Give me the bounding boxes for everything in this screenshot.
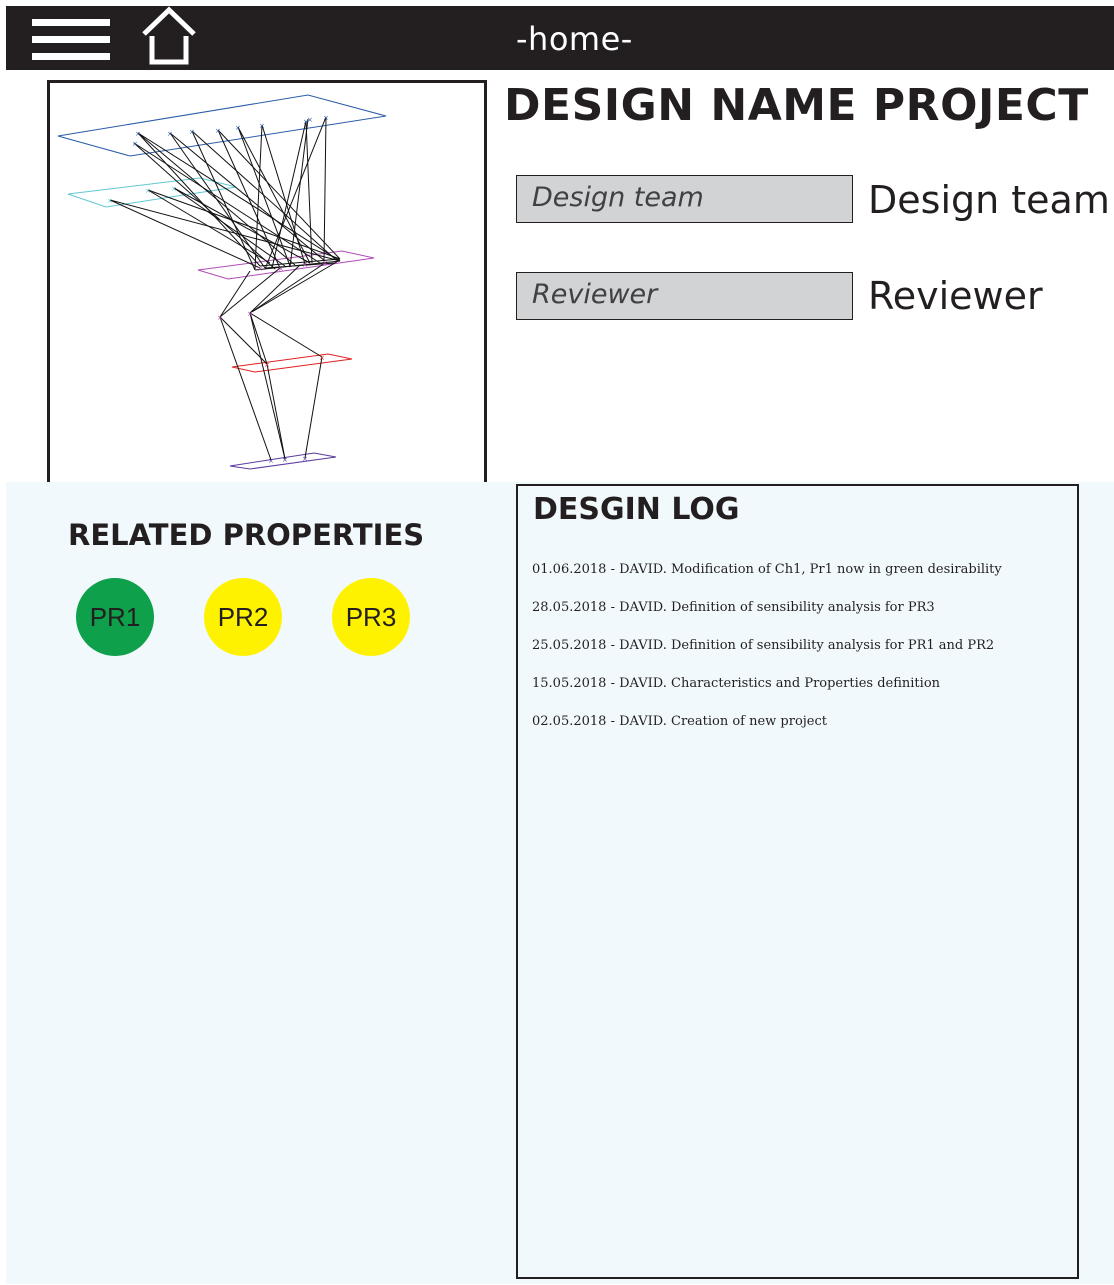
- svg-text:×: ×: [278, 265, 284, 273]
- svg-text:×: ×: [235, 124, 241, 132]
- design-team-label: Design team: [868, 178, 1110, 222]
- svg-text:×: ×: [135, 130, 141, 138]
- log-entry: 02.05.2018 - DAVID. Creation of new proj…: [532, 714, 828, 729]
- svg-text:×: ×: [282, 456, 288, 464]
- svg-text:×: ×: [307, 116, 313, 124]
- property-pr3[interactable]: PR3: [332, 578, 410, 656]
- svg-text:×: ×: [268, 457, 274, 465]
- property-pr2[interactable]: PR2: [204, 578, 282, 656]
- design-log-panel: DESGIN LOG 01.06.2018 - DAVID. Modificat…: [516, 484, 1079, 1279]
- log-entry: 25.05.2018 - DAVID. Definition of sensib…: [532, 638, 995, 653]
- log-entry: 15.05.2018 - DAVID. Characteristics and …: [532, 676, 941, 691]
- top-bar: -home-: [6, 6, 1114, 70]
- svg-text:×: ×: [323, 114, 329, 122]
- svg-text:×: ×: [217, 314, 223, 322]
- network-diagram: ××× × × × × ×× × × ×× × × × ×× × ×× × × ×: [57, 94, 387, 470]
- svg-text:×: ×: [247, 310, 253, 318]
- svg-text:×: ×: [171, 185, 177, 193]
- related-properties-title: RELATED PROPERTIES: [68, 518, 425, 552]
- svg-text:×: ×: [264, 361, 270, 369]
- svg-text:×: ×: [145, 187, 151, 195]
- svg-text:×: ×: [257, 265, 263, 273]
- svg-text:×: ×: [302, 261, 308, 269]
- svg-text:×: ×: [322, 259, 328, 267]
- svg-text:×: ×: [189, 128, 195, 136]
- svg-text:×: ×: [167, 130, 173, 138]
- reviewer-label: Reviewer: [868, 274, 1043, 318]
- design-log-title: DESGIN LOG: [533, 492, 740, 527]
- project-title: DESIGN NAME PROJECT: [504, 80, 1089, 131]
- design-network-preview: × × × × × × × × × × × × × × × × × × × × × × × ×: [47, 80, 487, 485]
- svg-text:×: ×: [259, 122, 265, 130]
- svg-text:×: ×: [215, 127, 221, 135]
- svg-text:×: ×: [132, 140, 138, 148]
- hamburger-menu-icon[interactable]: [32, 19, 110, 61]
- home-icon[interactable]: [134, 6, 204, 68]
- design-team-field[interactable]: Design team: [516, 175, 853, 223]
- svg-text:×: ×: [319, 354, 325, 362]
- design-log-list: 01.06.2018 - DAVID. Modification of Ch1,…: [532, 562, 1002, 752]
- svg-text:×: ×: [302, 455, 308, 463]
- log-entry: 28.05.2018 - DAVID. Definition of sensib…: [532, 600, 935, 615]
- page-title: -home-: [516, 20, 633, 58]
- svg-text:×: ×: [107, 197, 113, 205]
- property-pr1[interactable]: PR1: [76, 578, 154, 656]
- reviewer-field[interactable]: Reviewer: [516, 272, 853, 320]
- log-entry: 01.06.2018 - DAVID. Modification of Ch1,…: [532, 562, 1002, 577]
